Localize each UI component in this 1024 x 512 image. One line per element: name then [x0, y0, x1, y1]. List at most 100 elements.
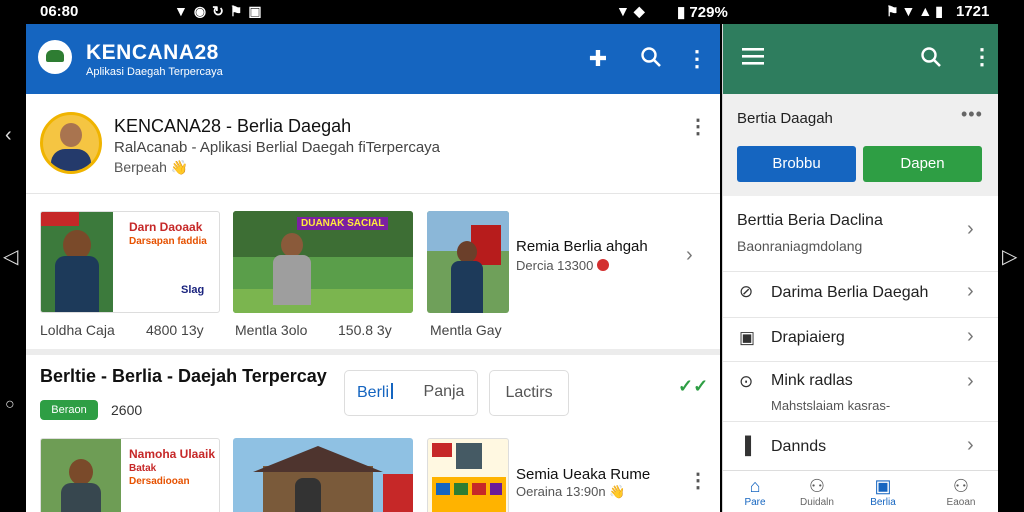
news-thumb-4[interactable]: Namoha Ulaaik Batak Dersadiooan [40, 438, 220, 512]
status-time-right: 1721 [956, 3, 990, 20]
nav-profile[interactable]: ⚇ Duidaln [787, 475, 847, 508]
tab-panja[interactable]: Panja [411, 370, 477, 416]
search-icon[interactable] [638, 46, 664, 74]
side-panel: ⋮ Bertia Daagah ••• Brobbu Dapen Berttia… [722, 24, 998, 512]
profile-status-text: Berpeah [114, 159, 167, 175]
side-more-vert-icon[interactable]: ⋮ [971, 44, 993, 70]
news-1-subtitle: Dercia 13300 [516, 258, 609, 273]
side-item-1[interactable]: Berttia Beria Daclina Baonraniagmdolang … [723, 196, 998, 272]
thumb-2-caption-left: Mentla 3olo [235, 322, 308, 338]
news-2-subtitle: Oeraina 13:90n 👋 [516, 484, 625, 500]
thumb-1-caption-left: Loldha Caja [40, 322, 115, 338]
news-2-title[interactable]: Semia Ueaka Rume [516, 466, 650, 483]
thumb-2-banner: DUANAK SACIAL [297, 217, 389, 230]
battery-indicator: ▮ 729% [677, 4, 728, 21]
nav-news-label: Berlia [870, 497, 896, 508]
side-title: Bertia Daagah [737, 110, 833, 127]
target-icon: ⊙ [739, 372, 754, 391]
nav-home[interactable]: ⌂ Pare [725, 475, 785, 508]
right-system-bar: ▷ [998, 24, 1024, 512]
nav-news[interactable]: ▣ Berlia [853, 475, 913, 508]
tag-icon: ⊘ [739, 282, 754, 301]
thumb-4-line3: Dersadiooan [129, 476, 190, 487]
side-item-1-label: Berttia Beria Daclina [737, 212, 883, 229]
app-logo-icon [38, 40, 72, 74]
feed-row-1: Darn Daoaak Darsapan faddia Slag Loldha … [26, 194, 720, 349]
thumb-1-heading: Darn Daoaak [129, 220, 203, 234]
side-item-3[interactable]: ▣ Drapiaierg › [723, 318, 998, 362]
user-add-icon[interactable]: ✚ [585, 46, 611, 72]
nav-account[interactable]: ⚇ Eaoan [931, 475, 991, 508]
section-number: 2600 [111, 402, 143, 418]
recents-icon[interactable]: ▷ [1002, 244, 1017, 269]
side-item-4-sub: Mahstslaiam kasras- [771, 398, 891, 413]
wave-emoji-icon: 👋 [170, 159, 189, 175]
nav-account-label: Eaoan [946, 497, 976, 508]
side-item-2-label: Darima Berlia Daegah [771, 284, 929, 301]
status-time: 06:80 [40, 3, 79, 20]
side-item-2[interactable]: ⊘ Darima Berlia Daegah › [723, 272, 998, 318]
app-brand-subtitle: Aplikasi Daegah Terpercaya [86, 66, 223, 78]
home-circle-icon[interactable]: ○ [5, 396, 15, 414]
thumb-1-corner: Slag [181, 284, 205, 296]
app-bar: KENCANA28 Aplikasi Daegah Terpercaya ✚ ⋮ [26, 24, 720, 94]
news-2-more-icon[interactable]: ⋮ [688, 468, 708, 493]
tab-berli-label: Berli [357, 384, 390, 401]
side-item-4[interactable]: ⊙ Mink radlas Mahstslaiam kasras- › [723, 362, 998, 422]
red-dot-icon [596, 259, 609, 271]
news-thumb-2[interactable]: DUANAK SACIAL [233, 211, 413, 313]
account-icon: ⚇ [952, 476, 970, 496]
status-bar: 06:80 ▼◉↻⚑▣ ▼◆ ▮ 729% ⚑▼▲▮ 1721 [0, 0, 1024, 24]
side-item-5-label: Dannds [771, 438, 827, 455]
bottom-nav: ⌂ Pare ⚇ Duidaln ▣ Berlia ⚇ Eaoan [723, 470, 998, 512]
side-search-icon[interactable] [920, 46, 942, 73]
profile-title: KENCANA28 - Berlia Daegah [114, 116, 352, 136]
news-thumb-6[interactable] [427, 438, 509, 512]
thumb-4-subheading: Batak [129, 463, 157, 474]
chevron-right-icon: › [967, 370, 974, 392]
nav-profile-label: Duidaln [800, 497, 834, 508]
status-icons-mid: ▼◆ [616, 3, 649, 19]
news-icon: ▣ [874, 476, 892, 496]
menu-icon[interactable] [741, 46, 765, 71]
main-panel: KENCANA28 Aplikasi Daegah Terpercaya ✚ ⋮… [26, 24, 720, 512]
news-thumb-5[interactable] [233, 438, 413, 512]
nav-home-label: Pare [744, 497, 766, 508]
back-chevron-icon[interactable]: ‹ [5, 124, 12, 147]
news-1-chevron-icon[interactable]: › [686, 244, 693, 267]
side-item-5[interactable]: ▐ Dannds › [723, 428, 998, 470]
thumb-4-heading: Namoha Ulaaik [129, 447, 216, 461]
section-divider [26, 349, 720, 355]
side-more-horiz-icon[interactable]: ••• [961, 104, 983, 125]
news-1-subtitle-text: Dercia 13300 [516, 258, 594, 273]
chevron-right-icon: › [967, 218, 974, 240]
tab-lactirs[interactable]: Lactirs [489, 370, 569, 416]
news-thumb-3[interactable] [427, 211, 509, 313]
news-thumb-1[interactable]: Darn Daoaak Darsapan faddia Slag [40, 211, 220, 313]
chevron-right-icon: › [967, 280, 974, 302]
thumb-1-caption-right: 4800 13y [146, 322, 204, 338]
news-1-title[interactable]: Remia Berlia ahgah [516, 238, 648, 255]
profile-subtitle: RalAcanab - Aplikasi Berlial Daegah fiTe… [114, 139, 441, 156]
check-icon[interactable]: ✓✓ [678, 376, 708, 397]
feed-row-2: Namoha Ulaaik Batak Dersadiooan Semia Ue… [26, 434, 720, 512]
avatar [40, 112, 102, 174]
side-app-bar: ⋮ [723, 24, 998, 94]
back-triangle-icon[interactable]: ◁ [3, 244, 18, 269]
section-title: Berltie - Berlia - Daejah Terpercay [40, 366, 327, 386]
profile-card[interactable]: KENCANA28 - Berlia Daegah RalAcanab - Ap… [26, 94, 720, 194]
app-brand: KENCANA28 [86, 41, 219, 64]
side-blue-button[interactable]: Brobbu [737, 146, 856, 182]
side-item-1-sub: Baonraniagmdolang [737, 238, 863, 254]
chevron-right-icon: › [967, 434, 974, 456]
more-vert-icon[interactable]: ⋮ [684, 46, 710, 72]
profile-more-icon[interactable]: ⋮ [688, 114, 708, 139]
section-badge[interactable]: Beraon [40, 400, 98, 420]
home-icon: ⌂ [749, 476, 761, 496]
status-icons-left: ▼◉↻⚑▣ [174, 3, 268, 19]
side-header: Bertia Daagah ••• Brobbu Dapen [723, 94, 998, 196]
status-icons-right: ⚑▼▲▮ [886, 3, 946, 19]
thumb-2-caption-right: 150.8 3y [338, 322, 392, 338]
side-green-button[interactable]: Dapen [863, 146, 982, 182]
left-system-bar: ‹ ◁ ○ [0, 24, 26, 512]
